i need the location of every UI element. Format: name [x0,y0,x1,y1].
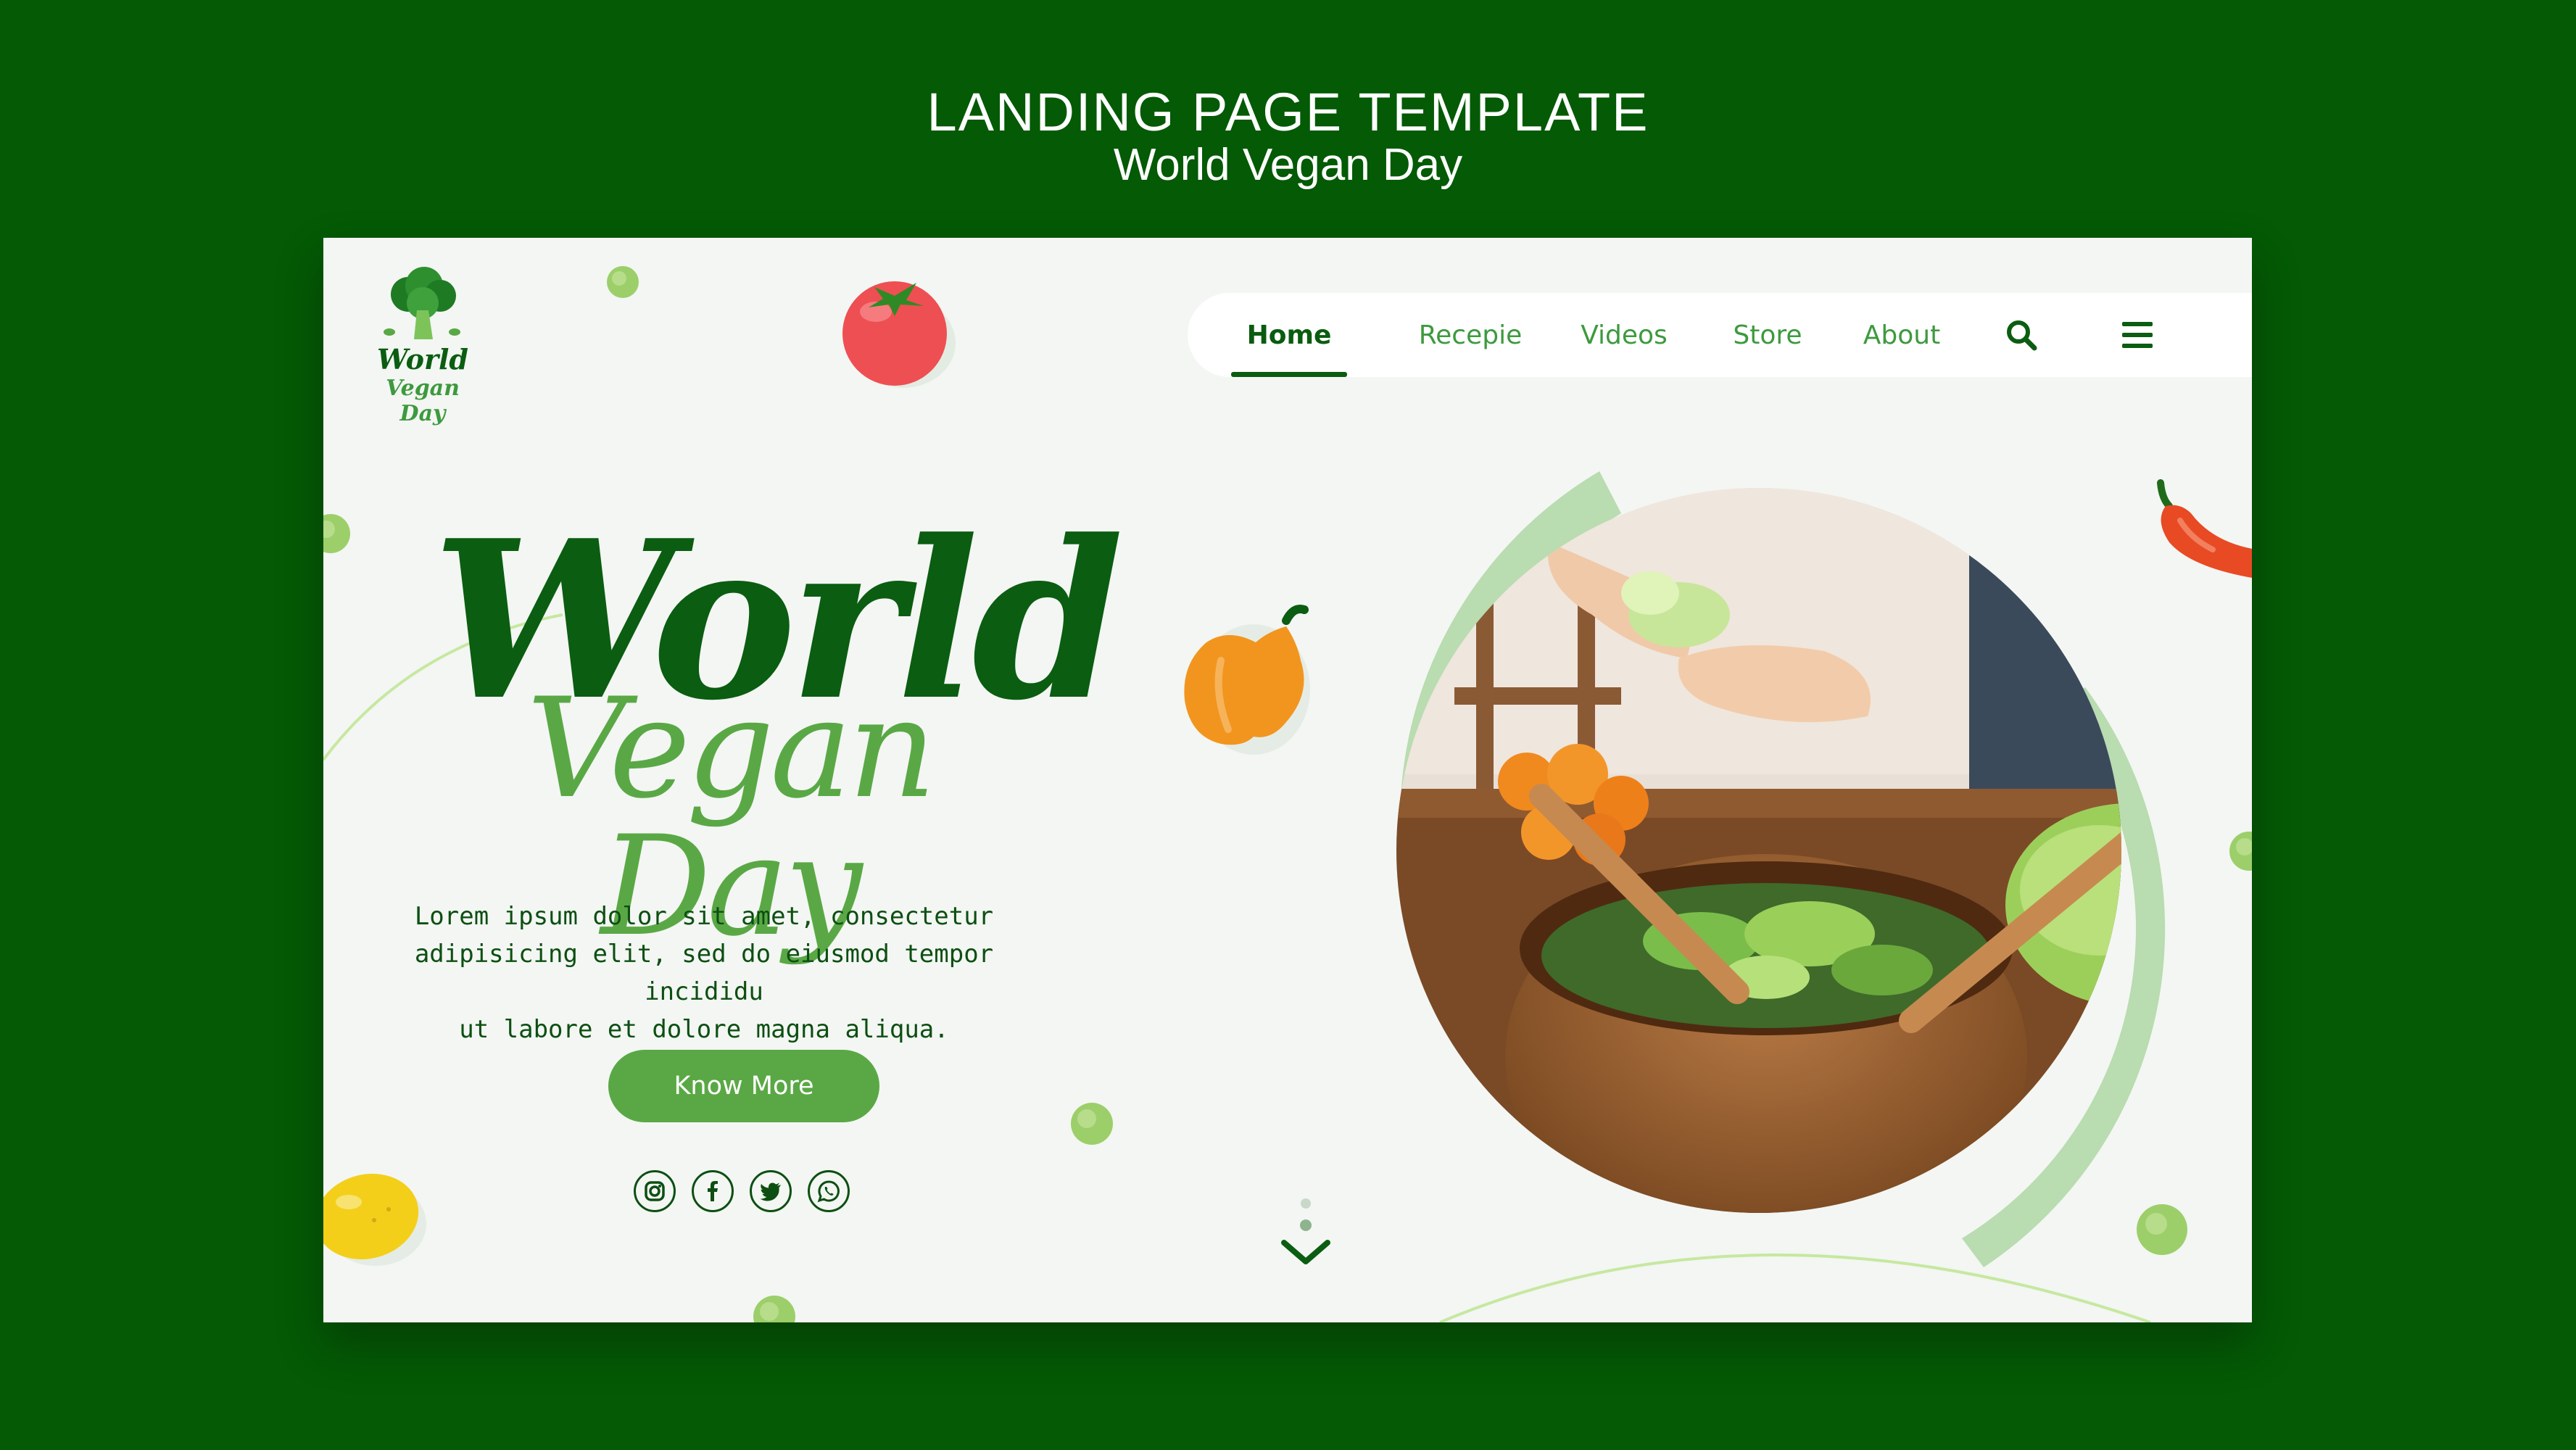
twitter-icon [760,1182,781,1201]
template-title: LANDING PAGE TEMPLATE [927,82,1649,142]
landing-page: World Vegan Day Home Recepie Videos Stor… [323,238,2252,1322]
search-button[interactable] [1985,293,2058,377]
twitter-button[interactable] [750,1170,792,1212]
hero-description-line: Lorem ipsum dolor sit amet, consectetur [414,902,994,931]
pea-icon [607,266,639,298]
facebook-icon [708,1181,718,1201]
whatsapp-icon [817,1180,840,1203]
hero-description-line: ut labore et dolore magna aliqua. [459,1015,949,1044]
nav-item-home[interactable]: Home [1231,293,1347,377]
search-icon [2007,320,2037,351]
hamburger-menu-icon [2122,322,2153,348]
nav-active-indicator [1231,372,1347,377]
facebook-button[interactable] [692,1170,734,1212]
nav-item-videos[interactable]: Videos [1559,293,1689,377]
instagram-icon [645,1181,665,1201]
logo[interactable]: World Vegan Day [361,267,484,426]
nav-item-about[interactable]: About [1836,293,1967,377]
logo-text-world: World [377,343,468,376]
hero-salad-image [1396,471,2166,1267]
nav-item-recepie[interactable]: Recepie [1398,293,1543,377]
instagram-button[interactable] [634,1170,676,1212]
pea-icon [753,1296,795,1322]
hero-description-line: adipisicing elit, sed do eiusmod tempor … [414,940,994,1006]
chevron-down-icon [1281,1240,1330,1264]
template-subtitle: World Vegan Day [1113,140,1463,190]
pea-icon [1071,1103,1113,1145]
lemon-icon [323,1173,426,1266]
pea-icon [323,514,350,553]
social-links [634,1170,850,1212]
top-navigation: Home Recepie Videos Store About [1188,293,2252,377]
hero-description: Lorem ipsum dolor sit amet, consectetur … [396,898,1012,1048]
nav-item-store[interactable]: Store [1710,293,1826,377]
broccoli-icon [384,267,460,339]
scroll-down-indicator[interactable] [1273,1195,1338,1275]
logo-text-vegan-day: Vegan Day [386,376,460,426]
bell-pepper-icon [1184,605,1310,755]
tomato-icon [842,281,956,388]
know-more-button[interactable]: Know More [608,1050,879,1122]
whatsapp-button[interactable] [808,1170,850,1212]
menu-button[interactable] [2101,293,2174,377]
